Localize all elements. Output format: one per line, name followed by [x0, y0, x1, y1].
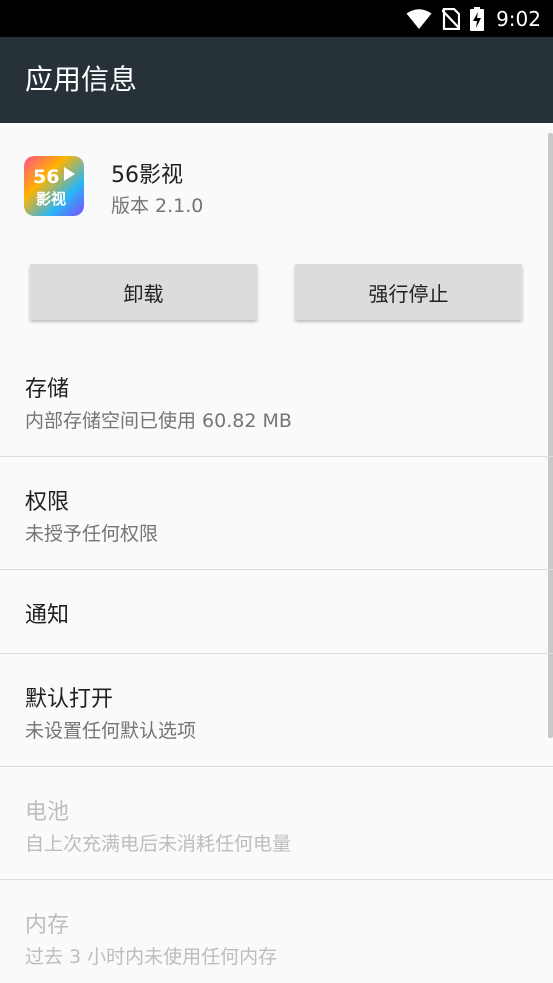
settings-item-summary: 未设置任何默认选项 — [25, 720, 197, 742]
settings-item-title: 默认打开 — [25, 687, 114, 712]
battery-charging-icon — [470, 6, 485, 31]
app-info-content[interactable]: 56 影视 56影视 版本 2.1.0 卸载 强行停止 存储 内部存储空间已使用… — [0, 123, 553, 983]
settings-item-title: 内存 — [25, 913, 70, 938]
settings-item-summary: 未授予任何权限 — [25, 523, 159, 545]
app-56yingshi-icon: 56 影视 — [24, 156, 84, 216]
app-header: 56 影视 56影视 版本 2.1.0 — [0, 123, 553, 253]
wifi-icon — [406, 8, 432, 30]
page-title: 应用信息 — [25, 63, 138, 96]
settings-item-title: 电池 — [25, 800, 70, 825]
settings-item-title: 通知 — [25, 603, 70, 628]
app-bar: 应用信息 — [0, 37, 553, 123]
settings-item-title: 权限 — [25, 490, 70, 515]
app-icon-text-top: 56 — [33, 166, 59, 188]
no-sim-icon — [442, 7, 461, 30]
settings-item-summary: 内部存储空间已使用 60.82 MB — [25, 410, 292, 432]
status-bar: 9:02 — [0, 0, 553, 37]
settings-item-memory: 内存 过去 3 小时内未使用任何内存 — [0, 880, 553, 983]
settings-item-permissions[interactable]: 权限 未授予任何权限 — [0, 457, 553, 569]
settings-item-open-by-default[interactable]: 默认打开 未设置任何默认选项 — [0, 654, 553, 766]
status-icons: 9:02 — [406, 0, 541, 37]
app-icon-text-bottom: 影视 — [36, 190, 66, 208]
status-time: 9:02 — [496, 6, 541, 31]
settings-item-battery: 电池 自上次充满电后未消耗任何电量 — [0, 767, 553, 879]
app-version: 版本 2.1.0 — [111, 195, 204, 217]
app-name: 56影视 — [111, 163, 183, 188]
uninstall-button[interactable]: 卸载 — [30, 264, 257, 320]
settings-item-notifications[interactable]: 通知 — [0, 570, 553, 652]
force-stop-button[interactable]: 强行停止 — [295, 264, 522, 320]
settings-item-summary: 过去 3 小时内未使用任何内存 — [25, 946, 278, 968]
settings-item-summary: 自上次充满电后未消耗任何电量 — [25, 833, 292, 855]
settings-item-title: 存储 — [25, 377, 70, 402]
settings-item-storage[interactable]: 存储 内部存储空间已使用 60.82 MB — [0, 351, 553, 456]
